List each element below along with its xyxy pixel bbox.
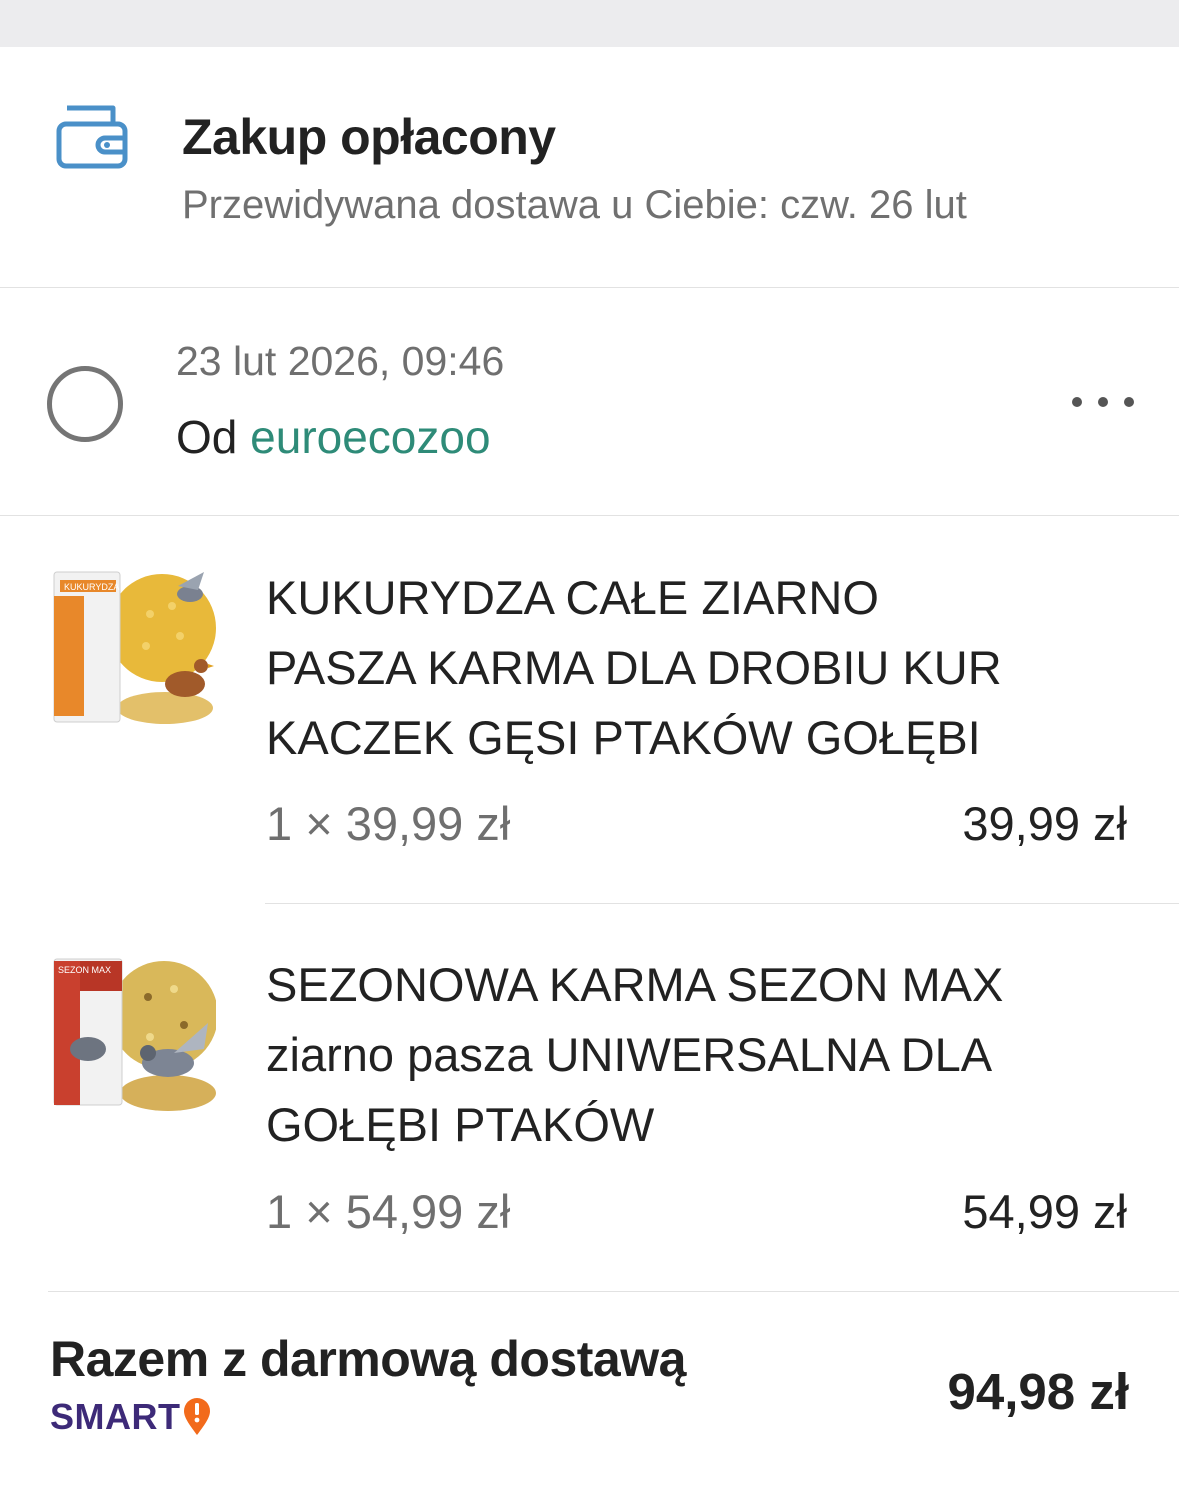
product-image-corn[interactable]: KUKURYDZA — [50, 566, 216, 732]
item-title-line: PASZA KARMA DLA DROBIU KUR — [266, 641, 1002, 694]
divider — [265, 903, 1179, 904]
smart-pin-icon — [183, 1398, 210, 1435]
seller-link[interactable]: euroecozoo — [250, 411, 490, 463]
payment-status-title: Zakup opłacony — [182, 109, 556, 165]
item-title-line: GOŁĘBI PTAKÓW — [266, 1098, 655, 1151]
item-title[interactable]: SEZONOWA KARMA SEZON MAX ziarno pasza UN… — [266, 950, 1146, 1160]
item-title-line: KUKURYDZA CAŁE ZIARNO — [266, 571, 879, 624]
item-total: 39,99 zł — [962, 797, 1127, 850]
svg-text:SEZON MAX: SEZON MAX — [58, 965, 111, 975]
select-order-radio[interactable] — [47, 366, 123, 442]
seller-prefix: Od — [176, 411, 238, 463]
divider — [0, 515, 1179, 516]
order-date: 23 lut 2026, 09:46 — [176, 338, 505, 384]
smart-badge: SMART — [50, 1396, 212, 1438]
seller-line: Od euroecozoo — [176, 410, 491, 464]
divider — [48, 1291, 1179, 1292]
item-title-line: SEZONOWA KARMA SEZON MAX — [266, 958, 1004, 1011]
wallet-icon — [55, 104, 129, 170]
delivery-estimate: Przewidywana dostawa u Ciebie: czw. 26 l… — [182, 183, 967, 227]
status-bar-area — [0, 0, 1179, 47]
item-total: 54,99 zł — [962, 1185, 1127, 1238]
svg-text:KUKURYDZA: KUKURYDZA — [64, 582, 119, 592]
more-options-icon[interactable] — [1072, 380, 1134, 424]
total-label: Razem z darmową dostawą — [50, 1331, 686, 1387]
item-title-line: ziarno pasza UNIWERSALNA DLA — [266, 1028, 993, 1081]
total-value: 94,98 zł — [947, 1363, 1129, 1420]
item-quantity-price: 1 × 39,99 zł — [266, 797, 511, 850]
divider — [0, 287, 1179, 288]
item-quantity-price: 1 × 54,99 zł — [266, 1185, 511, 1238]
item-title[interactable]: KUKURYDZA CAŁE ZIARNO PASZA KARMA DLA DR… — [266, 563, 1146, 773]
product-image-seasonal[interactable]: SEZON MAX — [50, 953, 218, 1119]
item-title-line: KACZEK GĘSI PTAKÓW GOŁĘBI — [266, 711, 981, 764]
smart-badge-text: SMART — [50, 1396, 181, 1437]
